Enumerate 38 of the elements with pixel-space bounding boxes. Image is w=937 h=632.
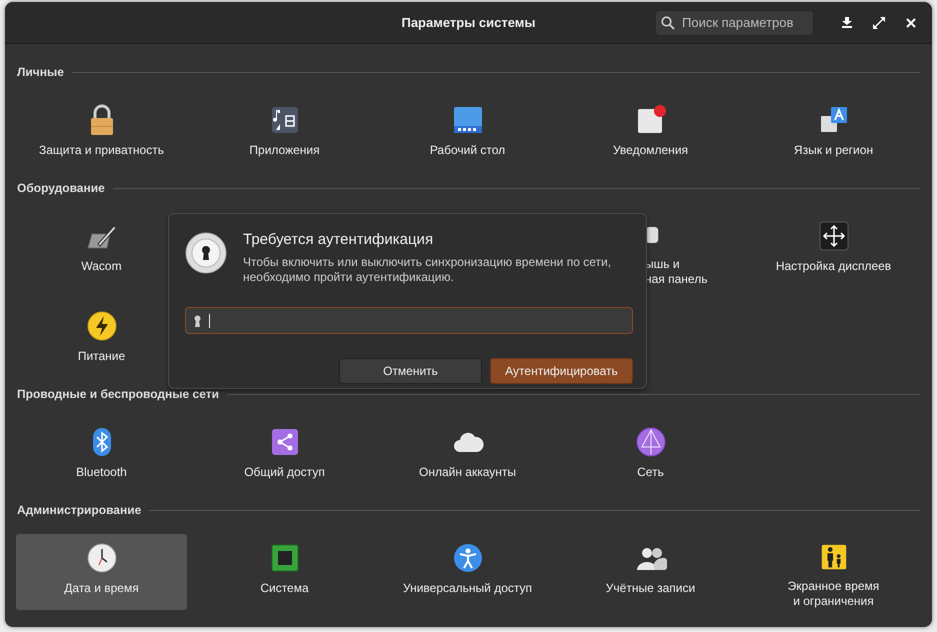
display-arrows-icon (818, 220, 850, 252)
settings-item[interactable]: Экранное время и ограничения (748, 534, 919, 610)
settings-item[interactable]: Bluetooth (16, 418, 187, 494)
search-field[interactable]: Поиск параметров (655, 10, 814, 36)
section-heading: Проводные и беспроводные сети (17, 386, 219, 403)
maximize-icon (873, 16, 885, 28)
settings-item[interactable]: Питание (16, 302, 187, 378)
section-heading: Личные (17, 64, 64, 81)
clock-icon (86, 542, 118, 574)
settings-item[interactable]: Настройка дисплеев (748, 212, 919, 288)
settings-item[interactable]: Рабочий стол (382, 96, 553, 172)
settings-item[interactable]: Уведомления (565, 96, 736, 172)
settings-item[interactable]: Онлайн аккаунты (382, 418, 553, 494)
accessibility-icon (452, 542, 484, 574)
window-title: Параметры системы (401, 14, 536, 32)
dialog-title: Требуется аутентификация (243, 231, 434, 249)
settings-item[interactable]: Система (199, 534, 370, 610)
settings-item[interactable]: Защита и приватность (16, 96, 187, 172)
keyhole-icon (185, 232, 227, 274)
settings-item[interactable]: Учётные записи (565, 534, 736, 610)
desktop-icon (452, 104, 484, 136)
close-icon (906, 18, 916, 28)
cancel-button[interactable]: Отменить (339, 358, 482, 384)
settings-item[interactable]: Язык и регион (748, 96, 919, 172)
chip-icon (268, 542, 300, 574)
settings-item[interactable]: Приложения (199, 96, 370, 172)
dialog-message: Чтобы включить или выключить синхронизацию времени по сети, необходимо пройти аутентификацию. (243, 255, 612, 285)
authenticate-button[interactable]: Аутентифицировать (490, 358, 633, 384)
settings-item[interactable]: Дата и время (16, 534, 187, 610)
section-heading: Администрирование (17, 502, 142, 519)
section-heading: Оборудование (17, 180, 105, 197)
settings-item[interactable]: Сеть (565, 418, 736, 494)
download-icon (842, 17, 852, 28)
keyhole-icon (194, 314, 201, 326)
lightning-icon (86, 310, 118, 342)
settings-item[interactable]: Общий доступ (199, 418, 370, 494)
settings-item[interactable]: Универсальный доступ (382, 534, 553, 610)
password-field[interactable] (185, 307, 633, 334)
